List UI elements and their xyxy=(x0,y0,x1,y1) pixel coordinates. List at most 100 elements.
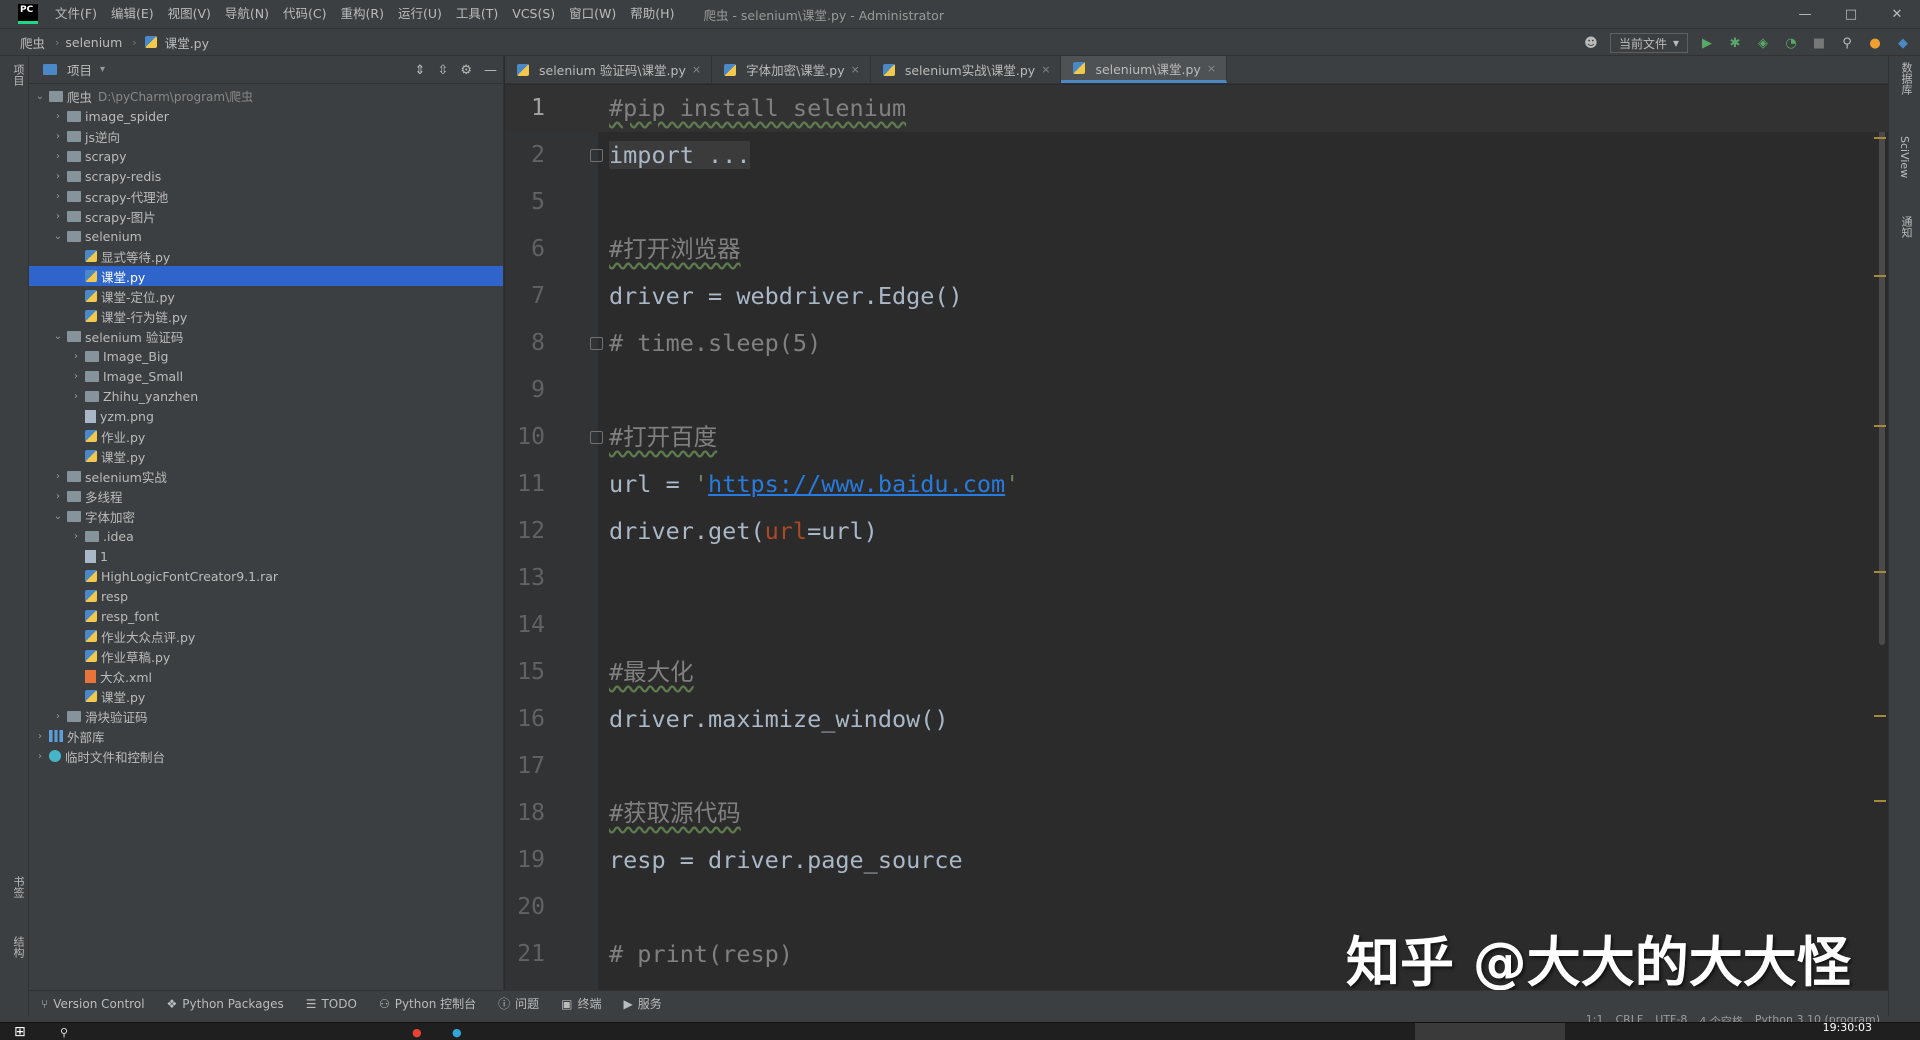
code-line[interactable]: 19 resp = driver.page_source xyxy=(505,837,1888,884)
tree-item[interactable]: 作业大众点评.py xyxy=(29,626,503,646)
line-number[interactable]: 20 xyxy=(505,884,545,931)
stripe-bookmarks-label[interactable]: 书签 xyxy=(10,876,26,898)
chevron-down-icon[interactable]: ⌄ xyxy=(51,231,65,242)
project-title[interactable]: 项目 xyxy=(67,60,92,79)
menu-item-9[interactable]: 窗口(W) xyxy=(562,0,623,28)
chevron-right-icon[interactable]: › xyxy=(33,731,47,742)
tree-item[interactable]: 1 xyxy=(29,546,503,566)
code-line[interactable]: 7 driver = webdriver.Edge() xyxy=(505,273,1888,320)
menu-item-7[interactable]: 工具(T) xyxy=(449,0,505,28)
tree-item[interactable]: ⌄ 爬虫 D:\pyCharm\program\爬虫 xyxy=(29,86,503,106)
code-line[interactable]: 2 import ... xyxy=(505,132,1888,179)
tree-item[interactable]: 课堂.py xyxy=(29,266,503,286)
taskbar-search-icon[interactable]: ⚲ xyxy=(60,1023,68,1040)
tree-item[interactable]: › scrapy-图片 xyxy=(29,206,503,226)
chevron-down-icon[interactable]: ▾ xyxy=(100,64,105,75)
chevron-right-icon[interactable]: › xyxy=(51,191,65,202)
tab-close-icon[interactable]: × xyxy=(692,63,701,76)
line-number[interactable]: 6 xyxy=(505,226,545,273)
line-number[interactable]: 9 xyxy=(505,367,545,414)
run-configuration-select[interactable]: 当前文件 ▾ xyxy=(1609,33,1688,53)
tree-item[interactable]: 课堂.py xyxy=(29,686,503,706)
bottom-tool-button[interactable]: ❖ Python Packages xyxy=(167,997,284,1011)
line-number[interactable]: 15 xyxy=(505,649,545,696)
menu-item-6[interactable]: 运行(U) xyxy=(391,0,449,28)
line-number[interactable]: 2 xyxy=(505,132,545,179)
tree-item[interactable]: resp xyxy=(29,586,503,606)
tree-item[interactable]: yzm.png xyxy=(29,406,503,426)
bottom-tool-button[interactable]: ▶ 服务 xyxy=(624,995,662,1012)
tree-item[interactable]: 大众.xml xyxy=(29,666,503,686)
line-number[interactable]: 19 xyxy=(505,837,545,884)
code-line[interactable]: 14 xyxy=(505,602,1888,649)
editor-tab[interactable]: selenium 验证码\课堂.py × xyxy=(505,56,713,83)
tree-item[interactable]: › selenium实战 xyxy=(29,466,503,486)
line-number[interactable]: 12 xyxy=(505,508,545,555)
tree-item[interactable]: resp_font xyxy=(29,606,503,626)
fold-icon[interactable] xyxy=(590,337,603,350)
menu-item-1[interactable]: 编辑(E) xyxy=(104,0,161,28)
tree-item[interactable]: HighLogicFontCreator9.1.rar xyxy=(29,566,503,586)
menu-item-4[interactable]: 代码(C) xyxy=(276,0,333,28)
line-number[interactable]: 17 xyxy=(505,743,545,790)
chevron-right-icon[interactable]: › xyxy=(51,211,65,222)
code-line[interactable]: 10 #打开百度 xyxy=(505,414,1888,461)
chevron-right-icon[interactable]: › xyxy=(51,131,65,142)
menu-item-0[interactable]: 文件(F) xyxy=(48,0,104,28)
browser-icon[interactable]: ● xyxy=(452,1023,462,1040)
tab-close-icon[interactable]: × xyxy=(1207,62,1216,75)
fold-icon[interactable] xyxy=(590,149,603,162)
tree-item[interactable]: ⌄ 字体加密 xyxy=(29,506,503,526)
tree-item[interactable]: › Image_Small xyxy=(29,366,503,386)
chevron-right-icon[interactable]: › xyxy=(51,711,65,722)
bottom-tool-button[interactable]: ▣ 终端 xyxy=(561,995,601,1012)
coverage-icon[interactable]: ◈ xyxy=(1754,34,1772,52)
stripe-sciview-label[interactable]: SciView xyxy=(1898,136,1911,178)
minimize-icon[interactable]: — xyxy=(1782,0,1828,28)
menu-item-3[interactable]: 导航(N) xyxy=(218,0,276,28)
line-number[interactable]: 7 xyxy=(505,273,545,320)
tree-item[interactable]: › Zhihu_yanzhen xyxy=(29,386,503,406)
stripe-structure-label[interactable]: 结构 xyxy=(10,936,26,958)
breadcrumb-root[interactable]: 爬虫 › xyxy=(20,33,59,52)
line-number[interactable]: 21 xyxy=(505,931,545,978)
line-number[interactable]: 8 xyxy=(505,320,545,367)
update-icon[interactable]: ● xyxy=(1866,34,1884,52)
menu-item-8[interactable]: VCS(S) xyxy=(505,0,562,28)
breadcrumb-folder[interactable]: selenium › xyxy=(65,35,136,50)
tree-item[interactable]: › 外部库 xyxy=(29,726,503,746)
code-line[interactable]: 11 url = 'https://www.baidu.com' xyxy=(505,461,1888,508)
tree-item[interactable]: 课堂-行为链.py xyxy=(29,306,503,326)
code-line[interactable]: 5 xyxy=(505,179,1888,226)
tab-close-icon[interactable]: × xyxy=(1041,63,1050,76)
chevron-right-icon[interactable]: › xyxy=(69,531,83,542)
search-icon[interactable]: ⚲ xyxy=(1838,34,1856,52)
tree-item[interactable]: 作业.py xyxy=(29,426,503,446)
run-icon[interactable]: ▶ xyxy=(1698,34,1716,52)
line-number[interactable]: 14 xyxy=(505,602,545,649)
close-icon[interactable]: ✕ xyxy=(1874,0,1920,28)
stripe-notifications-label[interactable]: 通知 xyxy=(1898,216,1914,238)
chevron-right-icon[interactable]: › xyxy=(51,111,65,122)
chevron-right-icon[interactable]: › xyxy=(69,371,83,382)
tree-item[interactable]: › image_spider xyxy=(29,106,503,126)
pycharm-taskbar-item[interactable] xyxy=(1415,1023,1565,1040)
user-icon[interactable]: ☻ xyxy=(1582,34,1600,52)
tree-item[interactable]: › 临时文件和控制台 xyxy=(29,746,503,766)
menu-item-10[interactable]: 帮助(H) xyxy=(623,0,681,28)
bottom-tool-button[interactable]: ⓘ 问题 xyxy=(498,995,539,1012)
line-number[interactable]: 5 xyxy=(505,179,545,226)
bottom-tool-button[interactable]: ⚇ Python 控制台 xyxy=(379,995,476,1012)
tree-item[interactable]: › 滑块验证码 xyxy=(29,706,503,726)
tree-item[interactable]: › 多线程 xyxy=(29,486,503,506)
tree-item[interactable]: › scrapy-redis xyxy=(29,166,503,186)
windows-start-icon[interactable]: ⊞ xyxy=(14,1023,26,1040)
stripe-project-label[interactable]: 项目 xyxy=(10,64,26,86)
line-number[interactable]: 10 xyxy=(505,414,545,461)
code-line[interactable]: 13 xyxy=(505,555,1888,602)
maximize-icon[interactable]: □ xyxy=(1828,0,1874,28)
line-number[interactable]: 13 xyxy=(505,555,545,602)
collapse-all-icon[interactable]: ⇳ xyxy=(437,63,448,78)
code-line[interactable]: 12 driver.get(url=url) xyxy=(505,508,1888,555)
tree-item[interactable]: 显式等待.py xyxy=(29,246,503,266)
